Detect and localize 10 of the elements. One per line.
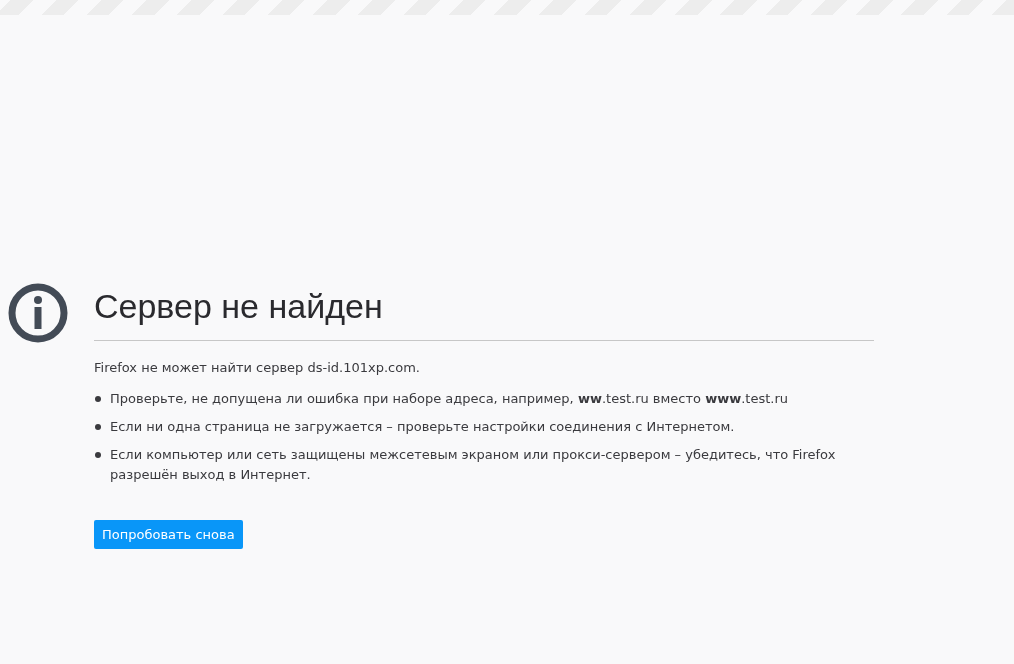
bullet-icon (95, 424, 101, 430)
suggestion-text: Если ни одна страница не загружается – проверьте настройки соединения с Интернетом. (110, 418, 736, 436)
bullet-icon (95, 452, 101, 458)
bullet-icon (95, 396, 101, 402)
suggestion-text: Проверьте, не допущена ли ошибка при наборе адреса, например, ww.test.ru вместо www.test.ru (110, 390, 789, 408)
info-icon (8, 283, 68, 343)
error-description: Firefox не может найти сервер ds-id.101xp.com. (94, 360, 421, 375)
suggestion-text: Если компьютер или сеть защищены межсетевым экраном или прокси-сервером – убедитесь, что Firefox разрешён выход в Интернет. (110, 446, 837, 484)
try-again-button[interactable]: Попробовать снова (94, 520, 243, 549)
error-title: Сервер не найден (94, 286, 384, 327)
